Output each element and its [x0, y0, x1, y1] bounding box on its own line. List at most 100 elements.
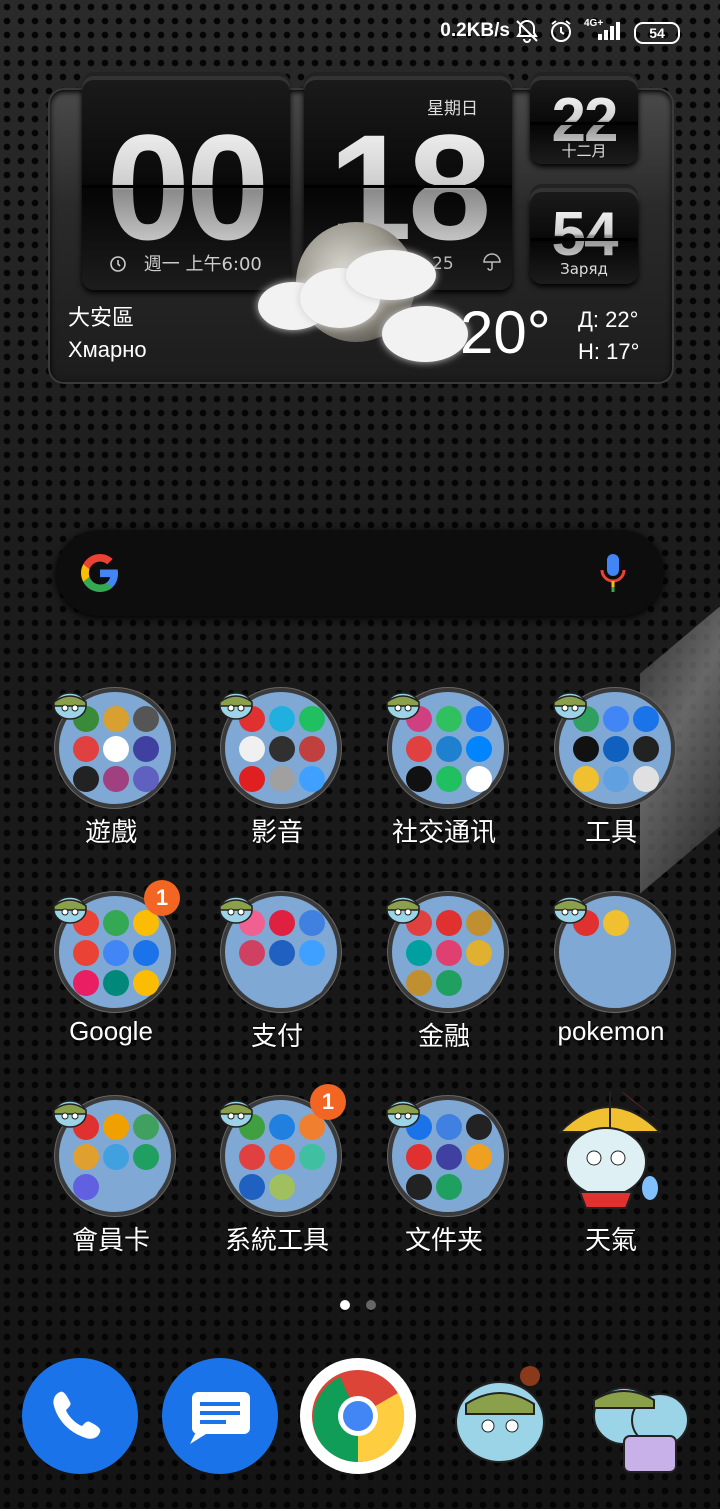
- mini-app-icon: [269, 910, 295, 936]
- mini-app-icon: [633, 910, 659, 936]
- mini-app-icon: [239, 970, 265, 996]
- folder-支付[interactable]: 支付: [194, 892, 360, 1082]
- mini-app-icon: [603, 766, 629, 792]
- mascot-icon: [216, 1094, 256, 1132]
- mini-app-icon: [73, 736, 99, 762]
- mascot-app-icon-2[interactable]: [580, 1360, 700, 1480]
- mini-app-icon: [466, 910, 492, 936]
- mascot-icon: [50, 890, 90, 928]
- temp-low: Н: 17°: [578, 339, 640, 364]
- cloud-icon: [346, 250, 436, 300]
- mini-app-icon: [133, 970, 159, 996]
- next-alarm: 週一 上午6:00: [108, 250, 262, 276]
- mascot-icon: [383, 1094, 423, 1132]
- mini-app-icon: [133, 736, 159, 762]
- umbrella-icon: [482, 252, 502, 276]
- mini-app-icon: [603, 910, 629, 936]
- mini-app-icon: [573, 736, 599, 762]
- mini-app-icon: [466, 1114, 492, 1140]
- mini-app-icon: [466, 970, 492, 996]
- mini-app-icon: [603, 706, 629, 732]
- mini-app-icon: [436, 736, 462, 762]
- folder-社交通讯[interactable]: 社交通讯: [361, 688, 527, 878]
- weather-mascot-icon: [557, 1092, 663, 1209]
- mini-app-icon: [406, 1174, 432, 1200]
- date-flip-card[interactable]: 22 十二月: [530, 80, 638, 164]
- notification-badge: 1: [310, 1084, 346, 1120]
- mini-app-icon: [269, 736, 295, 762]
- mini-app-icon: [603, 970, 629, 996]
- mic-icon[interactable]: [598, 552, 628, 598]
- seconds-flip-card[interactable]: 54 Заряд: [530, 192, 638, 284]
- mini-app-icon: [73, 970, 99, 996]
- mini-app-icon: [603, 736, 629, 762]
- folder-工具[interactable]: 工具: [528, 688, 694, 878]
- hour-flip-card[interactable]: 00 週一 上午6:00: [82, 80, 290, 290]
- mini-app-icon: [466, 736, 492, 762]
- folder-系統工具[interactable]: 系統工具 1: [194, 1084, 360, 1286]
- mascot-icon: [50, 1094, 90, 1132]
- mini-app-icon: [573, 766, 599, 792]
- mini-app-icon: [239, 1174, 265, 1200]
- date-month: 十二月: [561, 142, 607, 160]
- mini-app-icon: [299, 706, 325, 732]
- mini-app-icon: [269, 706, 295, 732]
- folder-label: 工具: [584, 817, 637, 847]
- messages-app-icon[interactable]: [162, 1358, 278, 1474]
- mini-app-icon: [299, 736, 325, 762]
- mini-app-icon: [436, 1144, 462, 1170]
- mini-app-icon: [466, 1174, 492, 1200]
- mini-app-icon: [299, 766, 325, 792]
- mascot-icon: [50, 686, 90, 724]
- mini-app-icon: [633, 706, 659, 732]
- mini-app-icon: [633, 970, 659, 996]
- folder-天氣[interactable]: 天氣: [528, 1092, 694, 1286]
- location-name: 大安區: [68, 305, 135, 330]
- folder-遊戲[interactable]: 遊戲: [28, 688, 194, 878]
- alarm-muted-icon: [514, 18, 540, 44]
- mascot-app-icon[interactable]: [440, 1360, 560, 1480]
- phone-app-icon[interactable]: [22, 1358, 138, 1474]
- mini-app-icon: [133, 766, 159, 792]
- search-input[interactable]: [146, 550, 550, 596]
- mini-app-icon: [133, 706, 159, 732]
- mini-app-icon: [73, 766, 99, 792]
- folder-文件夹[interactable]: 文件夹: [361, 1096, 527, 1286]
- mini-app-icon: [299, 910, 325, 936]
- mascot-icon: [383, 686, 423, 724]
- folder-label: pokemon: [557, 1016, 665, 1046]
- mini-app-icon: [103, 940, 129, 966]
- google-search-bar[interactable]: [56, 530, 664, 616]
- folder-google[interactable]: Google 1: [28, 880, 194, 1082]
- status-bar: 0.2KB/s 4G+ 54: [0, 0, 720, 64]
- chrome-app-icon[interactable]: [300, 1358, 416, 1474]
- page-dot[interactable]: [366, 1300, 376, 1310]
- mini-app-icon: [103, 910, 129, 936]
- mini-app-icon: [406, 940, 432, 966]
- folder-金融[interactable]: 金融: [361, 892, 527, 1082]
- mini-app-icon: [103, 1174, 129, 1200]
- battery-icon: 54: [634, 22, 680, 44]
- folder-會員卡[interactable]: 會員卡: [28, 1096, 194, 1286]
- mini-app-icon: [406, 766, 432, 792]
- mini-app-icon: [406, 970, 432, 996]
- mini-app-icon: [133, 1174, 159, 1200]
- folder-影音[interactable]: 影音: [194, 688, 360, 878]
- mini-app-icon: [436, 1174, 462, 1200]
- mini-app-icon: [436, 1114, 462, 1140]
- cloud-icon: [382, 306, 468, 362]
- mini-app-icon: [239, 766, 265, 792]
- mini-app-icon: [269, 1114, 295, 1140]
- mini-app-icon: [436, 766, 462, 792]
- mini-app-icon: [269, 1144, 295, 1170]
- google-g-icon: [78, 551, 122, 599]
- mini-app-icon: [436, 940, 462, 966]
- mini-app-icon: [269, 970, 295, 996]
- page-dot-active[interactable]: [340, 1300, 350, 1310]
- mascot-icon: [550, 686, 590, 724]
- mini-app-icon: [103, 706, 129, 732]
- mini-app-icon: [466, 940, 492, 966]
- net-speed: 0.2KB/s: [440, 20, 510, 41]
- mini-app-icon: [269, 1174, 295, 1200]
- folder-pokemon[interactable]: pokemon: [528, 892, 694, 1082]
